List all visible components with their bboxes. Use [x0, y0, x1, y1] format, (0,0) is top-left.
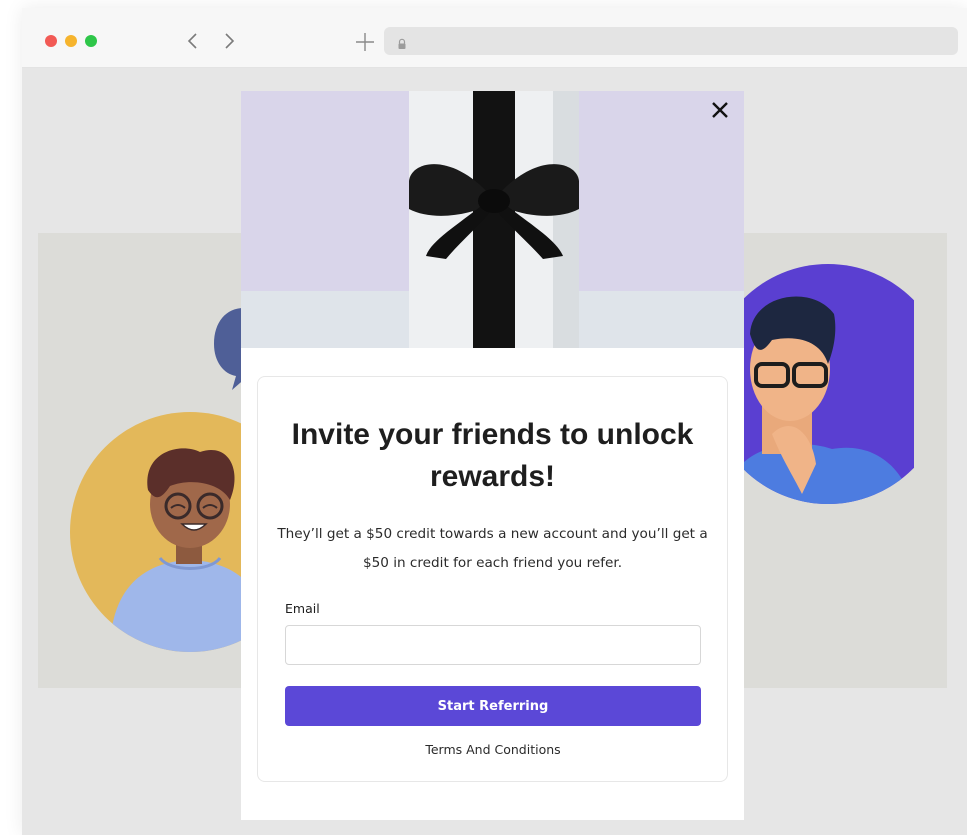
email-input[interactable] — [285, 625, 701, 665]
browser-toolbar — [22, 8, 967, 68]
gift-hero-image — [241, 91, 744, 348]
plus-icon[interactable] — [355, 32, 375, 52]
close-icon[interactable] — [709, 99, 731, 121]
address-bar[interactable] — [384, 27, 958, 55]
start-referring-button[interactable]: Start Referring — [285, 686, 701, 726]
window-minimize-dot[interactable] — [65, 35, 77, 47]
browser-window: Invite your friends to unlock rewards! T… — [22, 8, 967, 835]
window-close-dot[interactable] — [45, 35, 57, 47]
window-maximize-dot[interactable] — [85, 35, 97, 47]
avatar-illustration-right — [708, 264, 948, 507]
referral-card: Invite your friends to unlock rewards! T… — [257, 376, 728, 782]
referral-modal: Invite your friends to unlock rewards! T… — [241, 91, 744, 820]
modal-title: Invite your friends to unlock rewards! — [291, 418, 694, 493]
terms-link[interactable]: Terms And Conditions — [285, 742, 701, 757]
chevron-right-icon[interactable] — [220, 29, 238, 53]
modal-description: They’ll get a $50 credit towards a new a… — [277, 526, 708, 571]
chevron-left-icon[interactable] — [184, 29, 202, 53]
email-label: Email — [285, 601, 320, 616]
lock-icon — [396, 35, 408, 49]
